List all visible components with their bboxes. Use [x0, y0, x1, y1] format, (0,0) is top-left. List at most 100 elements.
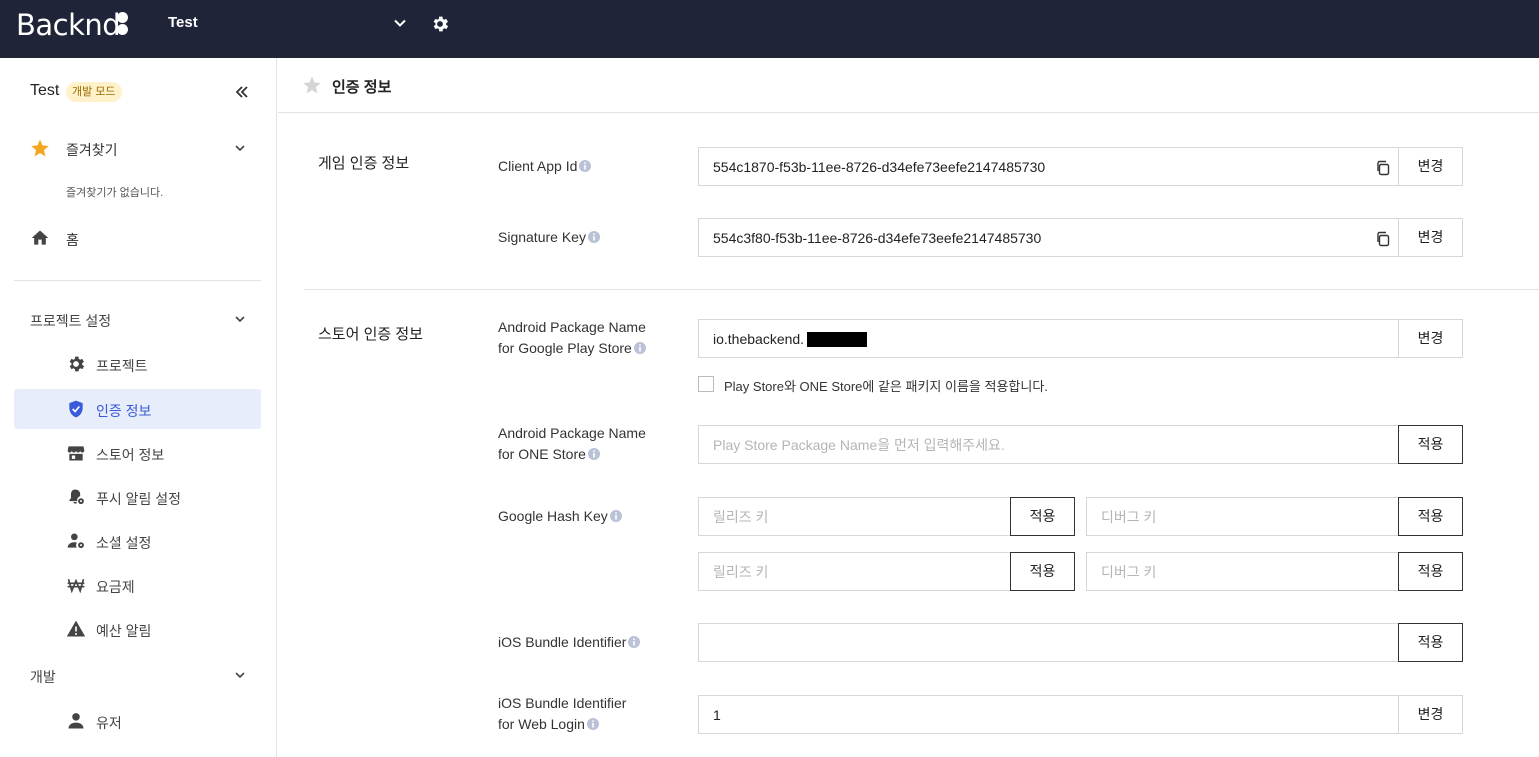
- android-one-label: Android Package Name for ONE Store: [498, 423, 646, 465]
- client-app-id-label-text: Client App Id: [498, 158, 578, 174]
- top-navigation-bar: Backnd Test: [0, 0, 1539, 58]
- debug-key-input[interactable]: [1087, 553, 1398, 590]
- ios-bundle-label-text: iOS Bundle Identifier: [498, 634, 627, 650]
- sidebar-item-label: 스토어 정보: [96, 447, 165, 463]
- sidebar-item-label: 소셜 설정: [96, 535, 152, 551]
- ios-web-label-line2: for Web Login: [498, 716, 585, 732]
- info-icon[interactable]: [587, 448, 600, 460]
- ios-web-bundle-field[interactable]: 1: [698, 695, 1399, 734]
- favorites-empty-text: 즐겨찾기가 없습니다.: [66, 187, 164, 199]
- sidebar-divider: [14, 280, 261, 281]
- main-content: 인증 정보 게임 인증 정보 Client App Id 554c1870-f5…: [278, 58, 1539, 757]
- page-title: 인증 정보: [332, 79, 392, 96]
- google-hash-label-text: Google Hash Key: [498, 508, 608, 524]
- project-selector[interactable]: Test: [168, 14, 410, 36]
- redacted-block: [807, 332, 867, 347]
- chevron-down-icon[interactable]: [234, 669, 246, 681]
- info-icon[interactable]: [609, 510, 622, 522]
- android-one-package-input[interactable]: [699, 426, 1398, 463]
- sidebar-item-auth-info[interactable]: 인증 정보: [14, 389, 261, 429]
- apply-release-key-button[interactable]: 적용: [1010, 497, 1075, 536]
- apply-ios-bundle-button[interactable]: 적용: [1398, 623, 1463, 662]
- android-one-label-line1: Android Package Name: [498, 425, 646, 441]
- chevron-down-icon[interactable]: [234, 142, 246, 154]
- sidebar-item-favorites[interactable]: 즐겨찾기: [14, 128, 261, 168]
- sidebar-item-label: 홈: [66, 232, 79, 248]
- gear-icon: [69, 356, 85, 372]
- apply-android-one-button[interactable]: 적용: [1398, 425, 1463, 464]
- shield-icon: [69, 400, 83, 418]
- debug-key-input[interactable]: [1087, 498, 1398, 535]
- logo-dots-icon: [117, 12, 129, 36]
- gear-icon[interactable]: [430, 14, 450, 34]
- info-icon[interactable]: [633, 342, 646, 354]
- store-auth-section-title: 스토어 인증 정보: [318, 326, 423, 343]
- debug-key-field[interactable]: [1086, 552, 1399, 591]
- same-package-checkbox[interactable]: [698, 376, 714, 392]
- same-package-checkbox-label: Play Store와 ONE Store에 같은 패키지 이름을 적용합니다.: [724, 379, 1048, 394]
- ios-web-label: iOS Bundle Identifier for Web Login: [498, 693, 626, 735]
- copy-icon[interactable]: [1375, 160, 1391, 176]
- signature-key-label: Signature Key: [498, 227, 600, 248]
- sidebar-item-label: 프로젝트: [96, 358, 148, 374]
- signature-key-field[interactable]: 554c3f80-f53b-11ee-8726-d34efe73eefe2147…: [698, 218, 1399, 257]
- sidebar-item-label: 요금제: [96, 579, 135, 595]
- client-app-id-field[interactable]: 554c1870-f53b-11ee-8726-d34efe73eefe2147…: [698, 147, 1399, 186]
- info-icon[interactable]: [586, 718, 599, 730]
- client-app-id-label: Client App Id: [498, 156, 592, 177]
- signature-key-value: 554c3f80-f53b-11ee-8726-d34efe73eefe2147…: [713, 230, 1042, 246]
- android-one-package-field[interactable]: [698, 425, 1399, 464]
- apply-debug-key-button[interactable]: 적용: [1398, 497, 1463, 536]
- store-icon: [67, 446, 85, 461]
- sidebar-item-budget-alert[interactable]: 예산 알림: [52, 609, 261, 649]
- home-icon: [31, 230, 49, 245]
- backnd-logo[interactable]: Backnd: [16, 8, 121, 42]
- chevron-down-icon[interactable]: [234, 313, 246, 325]
- release-key-field[interactable]: [698, 552, 1012, 591]
- user-gear-icon: [67, 533, 84, 549]
- change-client-app-id-button[interactable]: 변경: [1398, 147, 1463, 186]
- star-outline-icon[interactable]: [302, 75, 322, 95]
- sidebar-item-store-info[interactable]: 스토어 정보: [52, 433, 261, 473]
- sidebar-item-project[interactable]: 프로젝트: [52, 344, 261, 384]
- android-google-package-field[interactable]: io.thebackend.: [698, 319, 1399, 358]
- sidebar-item-label: 푸시 알림 설정: [96, 491, 182, 507]
- sidebar-item-users[interactable]: 유저: [52, 701, 261, 741]
- sidebar-item-label: 인증 정보: [96, 403, 152, 419]
- sidebar-item-label: 예산 알림: [96, 623, 152, 639]
- star-icon: [31, 139, 49, 157]
- collapse-sidebar-icon[interactable]: [234, 84, 250, 100]
- sidebar-item-pricing[interactable]: 요금제: [52, 565, 261, 605]
- chevron-down-icon[interactable]: [393, 16, 407, 30]
- ios-web-bundle-value: 1: [713, 707, 721, 723]
- ios-bundle-input[interactable]: [699, 624, 1398, 661]
- info-icon[interactable]: [587, 231, 600, 243]
- client-app-id-value: 554c1870-f53b-11ee-8726-d34efe73eefe2147…: [713, 159, 1046, 175]
- debug-key-field[interactable]: [1086, 497, 1399, 536]
- user-icon: [68, 713, 84, 729]
- release-key-field[interactable]: [698, 497, 1012, 536]
- warning-icon: [66, 620, 86, 637]
- android-google-label-line2: for Google Play Store: [498, 340, 632, 356]
- sidebar-section-dev[interactable]: 개발: [30, 667, 56, 687]
- change-signature-key-button[interactable]: 변경: [1398, 218, 1463, 257]
- ios-bundle-field[interactable]: [698, 623, 1399, 662]
- info-icon[interactable]: [628, 636, 641, 648]
- ios-bundle-label: iOS Bundle Identifier: [498, 632, 641, 653]
- sidebar-item-label: 즐겨찾기: [66, 142, 118, 158]
- release-key-input[interactable]: [699, 498, 1011, 535]
- page-header: 인증 정보: [278, 58, 1539, 113]
- sidebar-item-home[interactable]: 홈: [14, 218, 261, 258]
- android-google-label: Android Package Name for Google Play Sto…: [498, 317, 646, 359]
- change-ios-web-bundle-button[interactable]: 변경: [1398, 695, 1463, 734]
- apply-debug-key-button[interactable]: 적용: [1398, 552, 1463, 591]
- sidebar-item-push-settings[interactable]: 푸시 알림 설정: [52, 477, 261, 517]
- copy-icon[interactable]: [1375, 231, 1391, 247]
- android-google-label-line1: Android Package Name: [498, 319, 646, 335]
- release-key-input[interactable]: [699, 553, 1011, 590]
- apply-release-key-button[interactable]: 적용: [1010, 552, 1075, 591]
- info-icon[interactable]: [579, 160, 592, 172]
- change-android-google-button[interactable]: 변경: [1398, 319, 1463, 358]
- sidebar-item-social-settings[interactable]: 소셜 설정: [52, 521, 261, 561]
- sidebar-section-project-settings[interactable]: 프로젝트 설정: [30, 311, 111, 331]
